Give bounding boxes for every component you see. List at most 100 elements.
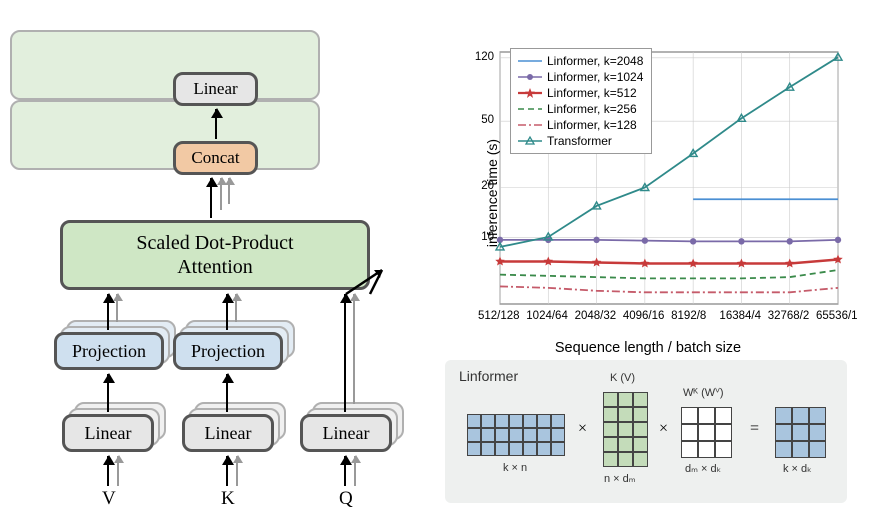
arrow — [344, 294, 346, 412]
times-op: × — [578, 420, 587, 438]
matrix-cell — [551, 442, 565, 456]
input-q-label: Q — [339, 488, 353, 510]
linear-v-label: Linear — [85, 423, 132, 444]
matrix-cell — [618, 452, 633, 467]
k-by-dk-label: k × dₖ — [783, 462, 812, 475]
matrix-cell — [715, 407, 732, 424]
legend-label: Transformer — [547, 134, 612, 148]
chart-xtick: 2048/32 — [575, 310, 617, 322]
matrix-cell — [467, 414, 481, 428]
matrix-cell — [792, 407, 809, 424]
projection-v-box: Projection — [54, 332, 164, 370]
matrix-cell — [467, 442, 481, 456]
matrix-cell — [698, 441, 715, 458]
projection-v-label: Projection — [72, 341, 146, 362]
matrix-cell — [603, 452, 618, 467]
chart-xtick: 512/128 — [478, 310, 520, 322]
matrix-cell — [618, 407, 633, 422]
matrix-cell — [618, 437, 633, 452]
legend-label: Linformer, k=256 — [547, 102, 637, 116]
chart-legend: Linformer, k=2048 Linformer, k=1024 Linfor… — [510, 48, 652, 154]
matrix-cell — [715, 424, 732, 441]
matrix-cell — [775, 424, 792, 441]
matrix-cell — [633, 407, 648, 422]
arrow — [353, 294, 355, 404]
linear-q-label: Linear — [323, 423, 370, 444]
matrix-cell — [633, 422, 648, 437]
legend-row: Linformer, k=256 — [517, 101, 643, 117]
matrix-cell — [715, 441, 732, 458]
chart-xtick: 4096/16 — [623, 310, 665, 322]
projection-k-box: Projection — [173, 332, 283, 370]
matrix-cell — [698, 424, 715, 441]
wk-top-label: Wᴷ (Wⱽ) — [683, 386, 724, 399]
concat-box: Concat — [173, 141, 258, 175]
legend-row: Linformer, k=1024 — [517, 69, 643, 85]
matrix-cell — [603, 407, 618, 422]
matrix-cell — [551, 428, 565, 442]
matrix-cell — [495, 428, 509, 442]
arrow — [354, 456, 356, 486]
matrix-cell — [681, 441, 698, 458]
legend-label: Linformer, k=128 — [547, 118, 637, 132]
top-linear-box: Linear — [173, 72, 258, 106]
top-linear-label: Linear — [193, 79, 237, 99]
linear-k-label: Linear — [205, 423, 252, 444]
matrix-cell — [809, 424, 826, 441]
linear-k-box: Linear — [182, 414, 274, 452]
matrix-cell — [775, 407, 792, 424]
arrow — [117, 456, 119, 486]
linear-v-box: Linear — [62, 414, 154, 452]
matrix-cell — [792, 441, 809, 458]
matrix-cell — [792, 424, 809, 441]
arrow — [235, 294, 237, 322]
chart-xtick: 8192/8 — [671, 310, 706, 322]
matrix-cell — [618, 392, 633, 407]
matrix-cell — [551, 414, 565, 428]
legend-label: Linformer, k=512 — [547, 86, 637, 100]
arrow — [107, 374, 109, 412]
matrix-cell — [495, 414, 509, 428]
attention-text: Scaled Dot-ProductAttention — [136, 231, 293, 279]
legend-row: Linformer, k=2048 — [517, 53, 643, 69]
arrow — [107, 456, 109, 486]
linformer-matrix-panel: Linformer ××=K (V)Wᴷ (Wⱽ)k × nn × dₘdₘ ×… — [445, 360, 847, 503]
matrix-cell — [523, 428, 537, 442]
inference-time-chart: Linformer, k=2048 Linformer, k=1024 Linfor… — [448, 40, 848, 350]
legend-label: Linformer, k=1024 — [547, 70, 643, 84]
attention-ghost — [10, 30, 320, 100]
input-k-label: K — [221, 488, 235, 510]
arrow — [226, 294, 228, 330]
matrix-cell — [633, 437, 648, 452]
matrix-cell — [481, 414, 495, 428]
equals-op: = — [750, 420, 759, 438]
legend-label: Linformer, k=2048 — [547, 54, 643, 68]
architecture-diagram: Scaled Dot-ProductAttention Concat Linea… — [10, 30, 430, 510]
linear-q-box: Linear — [300, 414, 392, 452]
dm-by-dk-label: dₘ × dₖ — [685, 462, 721, 475]
arrow — [210, 178, 212, 218]
n-by-dm-label: n × dₘ — [604, 472, 636, 485]
chart-xtick: 16384/4 — [719, 310, 761, 322]
matrix-cell — [509, 414, 523, 428]
chart-ytick: 50 — [481, 114, 494, 126]
matrix-cell — [681, 407, 698, 424]
legend-swatch-icon — [517, 102, 543, 116]
matrix-cell — [603, 392, 618, 407]
legend-row: Transformer — [517, 133, 643, 149]
legend-row: Linformer, k=128 — [517, 117, 643, 133]
input-v-label: V — [102, 488, 116, 510]
legend-swatch-icon — [517, 134, 543, 148]
matrix-cell — [603, 437, 618, 452]
legend-swatch-icon — [517, 54, 543, 68]
chart-xtick: 65536/1 — [816, 310, 858, 322]
legend-swatch-icon — [517, 86, 543, 100]
kv-top-label: K (V) — [610, 372, 635, 384]
arrow — [226, 456, 228, 486]
matrix-cell — [467, 428, 481, 442]
arrow — [236, 456, 238, 486]
chart-ytick: 10 — [481, 231, 494, 243]
chart-ytick: 120 — [475, 51, 494, 63]
concat-label: Concat — [191, 148, 239, 168]
matrix-cell — [698, 407, 715, 424]
